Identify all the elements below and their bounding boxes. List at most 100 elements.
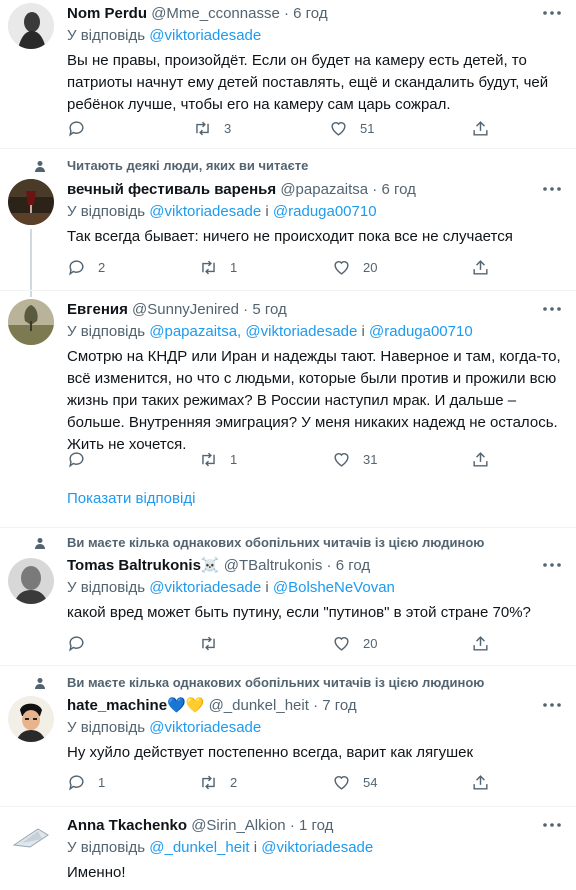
author-handle[interactable]: @SunnyJenired: [132, 301, 239, 318]
mention-link[interactable]: @viktoriadesade: [149, 579, 261, 596]
like-count: 54: [363, 774, 378, 790]
retweet-button[interactable]: 2: [199, 772, 237, 792]
like-button[interactable]: 20: [332, 633, 377, 653]
tweet[interactable]: Ви маєте кілька однакових обопільних чит…: [0, 666, 576, 807]
retweet-icon: [202, 775, 215, 789]
tweet[interactable]: Ви маєте кілька однакових обопільних чит…: [0, 528, 576, 666]
share-button[interactable]: [471, 633, 490, 653]
timestamp[interactable]: 6 год: [293, 5, 327, 22]
like-count: 51: [360, 120, 375, 136]
tweet-text: Так всегда бывает: ничего не происходит …: [67, 228, 513, 245]
share-button[interactable]: [471, 449, 490, 469]
like-count: 20: [363, 635, 378, 651]
mention-link[interactable]: @_dunkel_heit: [149, 839, 249, 856]
timestamp[interactable]: 1 год: [299, 817, 333, 834]
person-icon: [35, 538, 45, 549]
like-button[interactable]: 51: [329, 118, 374, 138]
timestamp[interactable]: 6 год: [381, 181, 415, 198]
tweet[interactable]: Anna Tkachenko @Sirin_Alkion · 1 год У в…: [0, 807, 576, 890]
author-handle[interactable]: @Mme_cconnasse: [151, 5, 280, 22]
reply-to-line: У відповідь @papazaitsa, @viktoriadesade…: [67, 322, 566, 342]
author-name[interactable]: Anna Tkachenko: [67, 817, 187, 834]
tweet[interactable]: Читають деякі люди, яких ви читаєте вечн…: [0, 149, 576, 291]
more-icon[interactable]: [542, 10, 562, 16]
author-name[interactable]: вечный фестиваль варенья: [67, 181, 276, 198]
avatar[interactable]: [8, 817, 54, 863]
reply-button[interactable]: 2: [67, 257, 105, 277]
timestamp[interactable]: 7 год: [322, 697, 356, 714]
reply-button[interactable]: 1: [67, 772, 105, 792]
retweet-icon: [196, 121, 209, 135]
more-icon[interactable]: [542, 702, 562, 708]
timestamp[interactable]: 6 год: [336, 557, 370, 574]
like-button[interactable]: 20: [332, 257, 377, 277]
tweet-text: Именно!: [67, 864, 126, 881]
more-icon[interactable]: [542, 306, 562, 312]
more-icon[interactable]: [542, 562, 562, 568]
author-handle[interactable]: @Sirin_Alkion: [191, 817, 285, 834]
avatar[interactable]: [8, 3, 54, 49]
author-name[interactable]: Евгения: [67, 301, 128, 318]
reply-icon: [69, 120, 84, 137]
retweet-button[interactable]: [199, 633, 230, 653]
mention-link[interactable]: @viktoriadesade: [261, 839, 373, 856]
retweet-button[interactable]: 1: [199, 257, 237, 277]
separator-dot: ·: [243, 301, 249, 318]
retweet-button[interactable]: 1: [199, 449, 237, 469]
author-handle[interactable]: @TBaltrukonis: [224, 557, 323, 574]
share-icon: [473, 774, 488, 790]
like-icon: [334, 452, 349, 467]
reply-count: 1: [98, 774, 106, 790]
author-handle[interactable]: @_dunkel_heit: [209, 697, 309, 714]
retweet-count: 1: [230, 451, 238, 467]
tweet[interactable]: Евгения @SunnyJenired · 5 год У відповід…: [0, 291, 576, 528]
mention-link[interactable]: @viktoriadesade: [149, 203, 261, 220]
social-context: Читають деякі люди, яких ви читаєте: [67, 158, 309, 173]
like-count: 31: [363, 451, 378, 467]
avatar[interactable]: [8, 179, 54, 225]
timestamp[interactable]: 5 год: [252, 301, 286, 318]
show-replies-link[interactable]: Показати відповіді: [67, 490, 195, 507]
like-count: 20: [363, 259, 378, 275]
author-handle[interactable]: @papazaitsa: [280, 181, 368, 198]
more-icon[interactable]: [542, 186, 562, 192]
avatar[interactable]: [8, 558, 54, 604]
reply-button[interactable]: [67, 118, 98, 138]
author-name[interactable]: hate_machine: [67, 697, 167, 714]
retweet-button[interactable]: 3: [193, 118, 231, 138]
like-button[interactable]: 54: [332, 772, 377, 792]
retweet-icon: [202, 636, 215, 650]
share-button[interactable]: [471, 257, 490, 277]
mention-link[interactable]: @viktoriadesade: [149, 27, 261, 44]
mention-link[interactable]: @BolsheNeVovan: [273, 579, 395, 596]
mention-link[interactable]: @raduga00710: [273, 203, 377, 220]
like-icon: [331, 121, 346, 136]
mention-link[interactable]: @viktoriadesade: [149, 719, 261, 736]
avatar[interactable]: [8, 299, 54, 345]
reply-button[interactable]: [67, 633, 98, 653]
mention-link[interactable]: @raduga00710: [369, 323, 473, 340]
share-button[interactable]: [471, 118, 490, 138]
person-icon: [35, 161, 45, 172]
reply-separator: і: [265, 579, 269, 596]
reply-button[interactable]: [67, 449, 98, 469]
reply-icon: [69, 259, 84, 276]
reply-to-line: У відповідь @viktoriadesade: [67, 26, 566, 46]
author-name[interactable]: Nom Perdu: [67, 5, 147, 22]
retweet-count: 1: [230, 259, 238, 275]
more-icon[interactable]: [542, 822, 562, 828]
mention-link[interactable]: @papazaitsa,: [149, 323, 241, 340]
author-name[interactable]: Tomas Baltrukonis: [67, 557, 201, 574]
separator-dot: ·: [283, 5, 289, 22]
reply-separator: і: [361, 323, 365, 340]
avatar[interactable]: [8, 696, 54, 742]
reply-prefix: У відповідь: [67, 27, 146, 44]
retweet-count: 3: [224, 120, 232, 136]
like-button[interactable]: 31: [332, 449, 377, 469]
mention-link[interactable]: @viktoriadesade: [245, 323, 357, 340]
name-emoji: ☠️: [200, 557, 220, 574]
tweet[interactable]: Nom Perdu @Mme_cconnasse · 6 год У відпо…: [0, 0, 576, 149]
share-button[interactable]: [471, 772, 490, 792]
reply-to-line: У відповідь @_dunkel_heit і @viktoriades…: [67, 838, 566, 858]
reply-separator: і: [253, 839, 258, 856]
